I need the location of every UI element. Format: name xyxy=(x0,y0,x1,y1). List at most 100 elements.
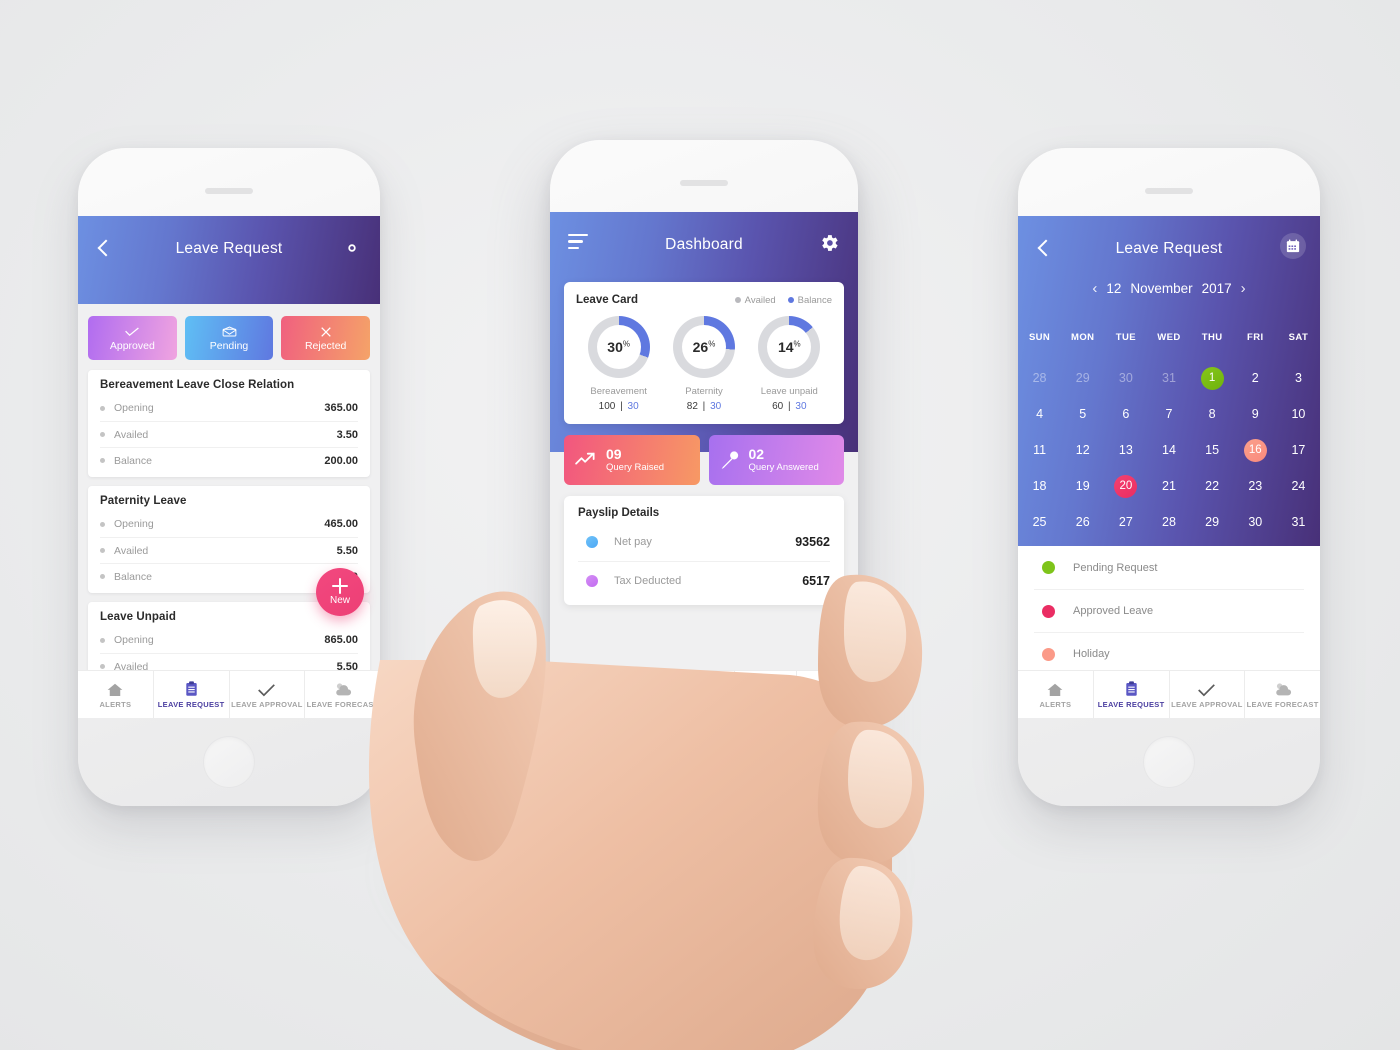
leave-card-row: Opening 465.00 xyxy=(100,511,358,537)
calendar-day[interactable]: 29 xyxy=(1191,506,1234,538)
calendar-day[interactable]: 22 xyxy=(1191,470,1234,502)
calendar-day[interactable]: 12 xyxy=(1061,434,1104,466)
calendar-day[interactable]: 14 xyxy=(1147,434,1190,466)
leave-card-row: Balance 200.00 xyxy=(100,447,358,473)
leave-card-title: Bereavement Leave Close Relation xyxy=(100,379,295,391)
legend-label: Pending Request xyxy=(1073,561,1158,574)
calendar-day[interactable]: 25 xyxy=(1018,506,1061,538)
payslip-value: 6517 xyxy=(802,573,830,588)
payslip-label: Tax Deducted xyxy=(614,574,682,587)
calendar-day[interactable]: 21 xyxy=(1147,470,1190,502)
gear-icon[interactable] xyxy=(340,236,364,260)
calendar-day[interactable]: 2 xyxy=(1234,362,1277,394)
donut-label: Leave unpaid xyxy=(760,386,818,397)
tab-tax[interactable]: TAX xyxy=(612,671,674,718)
tab-label: EMPLOYEE xyxy=(805,700,850,709)
calendar-day[interactable]: 19 xyxy=(1061,470,1104,502)
tab-label: LEAVE APPROVAL xyxy=(1171,700,1243,709)
legend-dot xyxy=(1042,561,1055,574)
calendar-day[interactable]: 30 xyxy=(1104,362,1147,394)
calendar-day[interactable]: 10 xyxy=(1277,398,1320,430)
calendar-day[interactable]: 7 xyxy=(1147,398,1190,430)
home-button[interactable] xyxy=(203,736,255,788)
calendar-day[interactable]: 20 xyxy=(1104,470,1147,502)
donut-bereavement: 30% Bereavement 100 | 30 xyxy=(576,316,660,412)
calendar-day[interactable]: 6 xyxy=(1104,398,1147,430)
payslip-label: Net pay xyxy=(614,536,652,548)
legend-label: Balance xyxy=(797,294,832,306)
segment-pending[interactable]: Pending xyxy=(184,316,274,360)
prev-month-button[interactable]: ‹ xyxy=(1092,280,1097,297)
leave-card-row: Opening 365.00 xyxy=(100,395,358,421)
month-nav-day: 12 xyxy=(1106,281,1122,296)
tab-employee[interactable]: EMPLOYEE xyxy=(797,671,858,718)
calendar-day[interactable]: 1 xyxy=(1191,362,1234,394)
calendar-day[interactable]: 18 xyxy=(1018,470,1061,502)
query-count: 09 xyxy=(606,445,622,462)
calendar-day[interactable]: 28 xyxy=(1147,506,1190,538)
tab-leave-approval[interactable]: LEAVE APPROVAL xyxy=(1170,671,1246,718)
tab-label: LEAVE FORECAST xyxy=(306,700,379,709)
calendar-day[interactable]: 16 xyxy=(1234,434,1277,466)
bottom-tabbar: ALERTS LEAVE REQUEST LEAVE APPROVAL LEAV… xyxy=(1018,670,1320,718)
calendar-icon[interactable] xyxy=(1280,233,1306,259)
calendar-day[interactable]: 24 xyxy=(1277,470,1320,502)
tab-leave-request[interactable]: LEAVE REQUEST xyxy=(1094,671,1170,718)
query-answered-card[interactable]: 02 Query Answered xyxy=(708,435,844,485)
calendar-day[interactable]: 31 xyxy=(1277,506,1320,538)
calendar-day[interactable]: 29 xyxy=(1061,362,1104,394)
tab-leave-approval[interactable]: LEAVE APPROVAL xyxy=(230,671,306,718)
tab-leave-request[interactable]: LEAVE REQUEST xyxy=(154,671,230,718)
payslip-row: Tax Deducted 6517 xyxy=(578,561,830,599)
calendar-day[interactable]: 5 xyxy=(1061,398,1104,430)
appbar-leave-request: Leave Request xyxy=(78,216,380,304)
payslip-panel: Payslip Details Net pay 93562 Tax Deduct… xyxy=(564,496,844,605)
calendar-day[interactable]: 4 xyxy=(1018,398,1061,430)
tab-alerts[interactable]: ALERTS xyxy=(78,671,154,718)
tab-home[interactable]: HOME xyxy=(550,671,612,718)
tab-alerts[interactable]: ALERTS xyxy=(1018,671,1094,718)
calendar-day[interactable]: 11 xyxy=(1018,434,1061,466)
check-icon xyxy=(124,325,140,339)
tab-leave-forecast[interactable]: LEAVE FORECAST xyxy=(305,671,380,718)
mockup-stage: Leave Request Approved Pending Rejected … xyxy=(0,0,1400,1050)
calendar-day[interactable]: 26 xyxy=(1061,506,1104,538)
row-value: 3.50 xyxy=(336,428,358,441)
calendar-day[interactable]: 8 xyxy=(1191,398,1234,430)
legend-availed: Availed xyxy=(734,295,776,306)
calendar-day[interactable]: 9 xyxy=(1234,398,1277,430)
tab-label: TAX xyxy=(634,700,650,709)
segment-rejected[interactable]: Rejected xyxy=(281,316,371,360)
calendar-day[interactable]: 27 xyxy=(1104,506,1147,538)
person-icon xyxy=(822,680,833,697)
leave-card-row: Availed 5.50 xyxy=(100,537,358,563)
calendar-day[interactable]: 15 xyxy=(1191,434,1234,466)
new-request-fab[interactable]: New xyxy=(316,568,364,616)
legend-dot xyxy=(1042,647,1055,661)
next-month-button[interactable]: › xyxy=(1241,280,1246,297)
calendar-day[interactable]: 17 xyxy=(1277,434,1320,466)
home-icon xyxy=(571,680,589,697)
row-value: 5.50 xyxy=(336,544,358,557)
calendar-day[interactable]: 28 xyxy=(1018,362,1061,394)
calendar-day[interactable]: 3 xyxy=(1277,362,1320,394)
leave-card-list: Bereavement Leave Close Relation Opening… xyxy=(78,360,380,709)
segment-approved[interactable]: Approved xyxy=(88,316,177,360)
tab-label: HOME xyxy=(568,700,593,709)
leave-card[interactable]: Bereavement Leave Close Relation Opening… xyxy=(88,370,370,477)
chart-legend: Availed Balance xyxy=(734,294,832,306)
legend-label: Approved Leave xyxy=(1073,605,1154,617)
tab-payslip[interactable]: ₹ PAYSLIP xyxy=(735,671,798,718)
calendar-day[interactable]: 23 xyxy=(1234,470,1277,502)
tab-help[interactable]: ? HELP xyxy=(674,671,736,718)
calendar-day[interactable]: 31 xyxy=(1147,362,1190,394)
calendar-day[interactable]: 30 xyxy=(1234,506,1277,538)
query-raised-card[interactable]: 09 Query Raised xyxy=(564,435,700,485)
home-button[interactable] xyxy=(1143,736,1195,788)
rupee-icon: ₹ xyxy=(759,680,772,697)
tab-leave-forecast[interactable]: LEAVE FORECAST xyxy=(1245,671,1320,718)
appbar-calendar: Leave Request ‹ 12 November 2017 › SUN M… xyxy=(1018,216,1320,546)
tab-label: PAYSLIP xyxy=(749,700,783,709)
calendar-day[interactable]: 13 xyxy=(1104,434,1147,466)
gear-icon[interactable] xyxy=(818,232,842,256)
